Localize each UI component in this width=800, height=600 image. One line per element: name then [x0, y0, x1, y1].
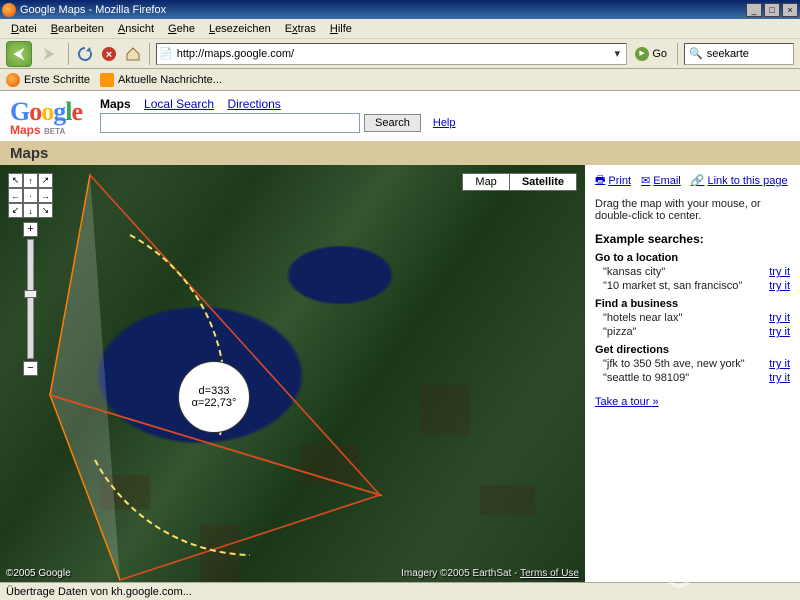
directions-heading: Get directions — [595, 344, 790, 356]
try-it-link[interactable]: try it — [769, 326, 790, 338]
window-titlebar: Google Maps - Mozilla Firefox _ □ × — [0, 0, 800, 19]
example-row: "kansas city"try it — [603, 266, 790, 278]
page-content: Google Maps BETA Maps Local Search Direc… — [0, 91, 800, 582]
print-link[interactable]: 🖶Print — [595, 171, 631, 190]
menu-ansicht[interactable]: Ansicht — [111, 21, 161, 37]
menu-bearbeiten[interactable]: Bearbeiten — [44, 21, 111, 37]
page-favicon: 📄 — [159, 47, 173, 60]
example-row: "seattle to 98109"try it — [603, 372, 790, 384]
pan-nw[interactable]: ↖ — [8, 173, 23, 188]
maps-search-button[interactable]: Search — [364, 114, 421, 132]
view-mode-toggle: Map Satellite — [462, 173, 577, 191]
go-icon — [635, 47, 649, 61]
pan-center[interactable]: · — [23, 188, 38, 203]
satellite-view-button[interactable]: Satellite — [510, 174, 576, 190]
url-dropdown[interactable]: ▾ — [610, 47, 624, 60]
browser-search-box[interactable]: 🔍 seekarte — [684, 43, 794, 65]
map-view-button[interactable]: Map — [463, 174, 509, 190]
google-logo: Google Maps BETA — [10, 97, 82, 137]
pan-ne[interactable]: ↗ — [38, 173, 53, 188]
firefox-icon — [2, 3, 16, 17]
map-canvas[interactable]: d=333 α=22,73° ↖ ↑ ↗ ← · → ↙ ↓ ↘ + — [0, 165, 585, 582]
zoom-thumb[interactable] — [24, 290, 37, 298]
stop-button[interactable]: × — [99, 44, 119, 64]
zoom-out-button[interactable]: − — [23, 361, 38, 376]
pan-sw[interactable]: ↙ — [8, 203, 23, 218]
maximize-button[interactable]: □ — [764, 3, 780, 17]
maps-title-bar: Maps — [0, 141, 800, 165]
svg-text:×: × — [106, 49, 112, 61]
menu-extras[interactable]: Extras — [278, 21, 323, 37]
permalink-link[interactable]: 🔗Link to this page — [691, 171, 788, 190]
nav-maps[interactable]: Maps — [100, 97, 131, 111]
bookmark-erste-schritte[interactable]: Erste Schritte — [6, 73, 90, 87]
status-text: Übertrage Daten von kh.google.com... — [6, 586, 192, 598]
sidebar-hint: Drag the map with your mouse, or double-… — [595, 198, 790, 222]
sidebar: 🖶Print ✉Email 🔗Link to this page Drag th… — [585, 165, 800, 582]
print-icon: 🖶 — [595, 171, 605, 190]
map-copyright: ©2005 Google — [6, 568, 71, 579]
back-button[interactable]: ⮜ — [6, 41, 32, 67]
pan-w[interactable]: ← — [8, 188, 23, 203]
help-link[interactable]: Help — [433, 117, 456, 129]
menu-hilfe[interactable]: Hilfe — [323, 21, 359, 37]
take-tour-link[interactable]: Take a tour » — [595, 396, 659, 408]
try-it-link[interactable]: try it — [769, 372, 790, 384]
business-heading: Find a business — [595, 298, 790, 310]
forward-button: ⮞ — [36, 41, 62, 67]
try-it-link[interactable]: try it — [769, 312, 790, 324]
status-bar: Übertrage Daten von kh.google.com... — [0, 582, 800, 600]
menubar: Datei Bearbeiten Ansicht Gehe Lesezeiche… — [0, 19, 800, 39]
example-row: "10 market st, san francisco"try it — [603, 280, 790, 292]
search-engine-icon: 🔍 — [689, 47, 703, 60]
menu-lesezeichen[interactable]: Lesezeichen — [202, 21, 278, 37]
distance-value: d=333 — [199, 385, 230, 397]
url-input[interactable] — [173, 48, 611, 60]
measurement-readout: d=333 α=22,73° — [178, 361, 250, 433]
try-it-link[interactable]: try it — [769, 266, 790, 278]
url-bar[interactable]: 📄 ▾ — [156, 43, 627, 65]
window-title: Google Maps - Mozilla Firefox — [20, 4, 746, 16]
example-row: "pizza"try it — [603, 326, 790, 338]
example-row: "jfk to 350 5th ave, new york"try it — [603, 358, 790, 370]
menu-datei[interactable]: Datei — [4, 21, 44, 37]
angle-value: α=22,73° — [192, 397, 237, 409]
satellite-imagery — [0, 165, 585, 582]
rss-icon — [100, 73, 114, 87]
imagery-attribution: Imagery ©2005 EarthSat - Terms of Use — [401, 568, 579, 579]
maps-search-input[interactable] — [100, 113, 360, 133]
bookmarks-toolbar: Erste Schritte Aktuelle Nachrichte... — [0, 69, 800, 91]
email-icon: ✉ — [641, 174, 650, 187]
link-icon: 🔗 — [691, 174, 705, 187]
nav-directions[interactable]: Directions — [227, 97, 280, 111]
pan-s[interactable]: ↓ — [23, 203, 38, 218]
close-button[interactable]: × — [782, 3, 798, 17]
nav-local-search[interactable]: Local Search — [144, 97, 214, 111]
nav-toolbar: ⮜ ⮞ × 📄 ▾ Go 🔍 seekarte — [0, 39, 800, 69]
pan-zoom-control: ↖ ↑ ↗ ← · → ↙ ↓ ↘ + − — [8, 173, 53, 376]
zoom-slider[interactable] — [27, 239, 34, 359]
try-it-link[interactable]: try it — [769, 280, 790, 292]
go-button[interactable]: Go — [631, 47, 671, 61]
example-row: "hotels near lax"try it — [603, 312, 790, 324]
pan-e[interactable]: → — [38, 188, 53, 203]
examples-heading: Example searches: — [595, 232, 790, 246]
email-link[interactable]: ✉Email — [641, 171, 681, 190]
zoom-in-button[interactable]: + — [23, 222, 38, 237]
goto-heading: Go to a location — [595, 252, 790, 264]
pan-n[interactable]: ↑ — [23, 173, 38, 188]
pan-se[interactable]: ↘ — [38, 203, 53, 218]
menu-gehe[interactable]: Gehe — [161, 21, 202, 37]
firefox-icon — [6, 73, 20, 87]
try-it-link[interactable]: try it — [769, 358, 790, 370]
home-button[interactable] — [123, 44, 143, 64]
reload-button[interactable] — [75, 44, 95, 64]
terms-link[interactable]: Terms of Use — [520, 568, 579, 579]
bookmark-aktuelle-nachrichten[interactable]: Aktuelle Nachrichte... — [100, 73, 222, 87]
minimize-button[interactable]: _ — [746, 3, 762, 17]
